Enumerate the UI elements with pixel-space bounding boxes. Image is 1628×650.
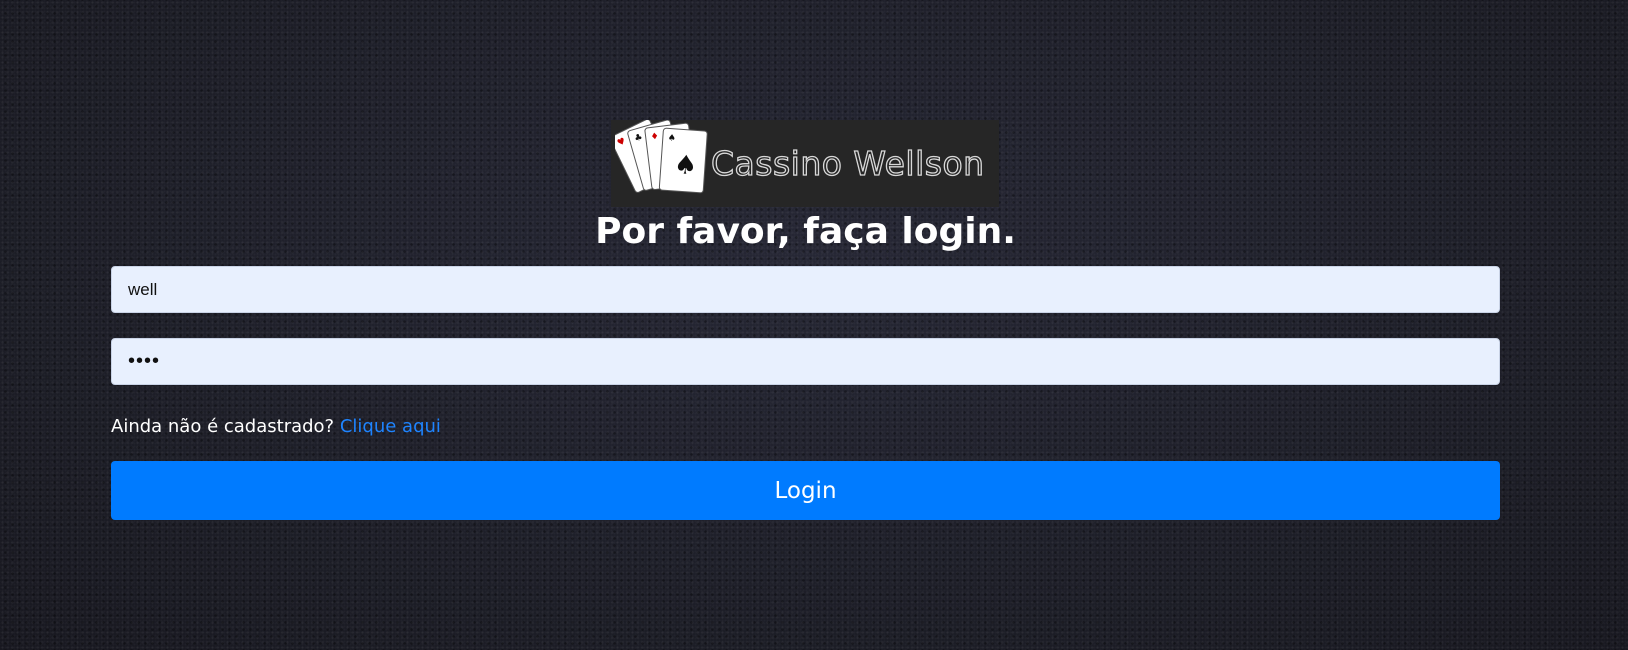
logo: ♥ ♣ ♦ ♠ ♠ Cassino Wellson <box>611 120 999 207</box>
signup-prompt-text: Ainda não é cadastrado? <box>111 416 335 437</box>
svg-text:♠: ♠ <box>667 133 676 144</box>
playing-cards-icon: ♥ ♣ ♦ ♠ ♠ <box>615 120 708 194</box>
svg-text:♠: ♠ <box>673 150 698 182</box>
signup-prompt: Ainda não é cadastrado? Clique aqui <box>111 414 441 440</box>
login-button[interactable]: Login <box>111 461 1500 520</box>
logo-text: Cassino Wellson <box>710 143 985 183</box>
signup-link[interactable]: Clique aqui <box>340 416 441 437</box>
login-page: ♥ ♣ ♦ ♠ ♠ Cassino Wellson Por favor, faç… <box>0 0 1628 650</box>
username-input[interactable] <box>111 266 1500 313</box>
password-input[interactable] <box>111 338 1500 385</box>
page-title: Por favor, faça login. <box>595 211 1016 252</box>
svg-text:♦: ♦ <box>650 132 659 143</box>
